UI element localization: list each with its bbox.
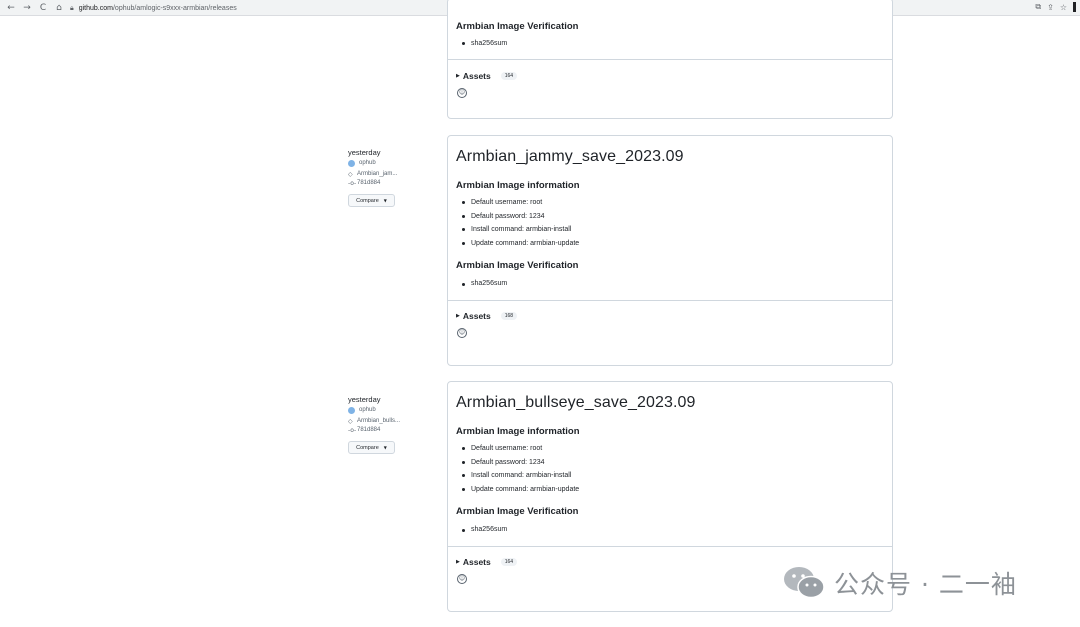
assets-label: Assets	[462, 556, 491, 567]
release-date: yesterday	[348, 395, 381, 404]
verification-heading: Armbian Image Verification	[456, 506, 579, 518]
assets-label: Assets	[462, 310, 491, 321]
browser-actions: ⧉ ⇪ ☆	[1029, 2, 1076, 12]
list-item: Install command: armbian-install	[456, 469, 884, 483]
release-meta-1: yesterday ophub ◇ Armbian_jam... -o- 781d8…	[348, 147, 428, 207]
assets-label: Assets	[462, 70, 491, 81]
list-item: sha256sum	[456, 277, 884, 291]
release-author[interactable]: ophub	[348, 158, 428, 169]
release-author[interactable]: ophub	[348, 405, 428, 416]
verification-heading: Armbian Image Verification	[456, 21, 579, 32]
compare-button[interactable]: Compare ▼	[348, 194, 395, 207]
home-button[interactable]: ⌂	[53, 2, 65, 14]
caret-down-icon: ▼	[383, 445, 387, 450]
avatar	[348, 407, 355, 414]
verification-list: sha256sum	[456, 277, 884, 291]
release-card-1: Armbian_jammy_save_2023.09 Armbian Image…	[447, 135, 893, 366]
reload-button[interactable]: C	[37, 2, 49, 14]
release-title[interactable]: Armbian_jammy_save_2023.09	[456, 148, 884, 166]
release-title[interactable]: Armbian_bullseye_save_2023.09	[456, 394, 884, 412]
smiley-icon[interactable]: ☺	[457, 573, 467, 584]
assets-toggle[interactable]: ▶ Assets 164	[448, 68, 892, 84]
info-list: Default username: root Default password:…	[456, 196, 884, 250]
share-icon[interactable]: ⇪	[1047, 3, 1054, 12]
list-item: Default password: 1234	[456, 210, 884, 224]
avatar	[348, 160, 355, 167]
caret-down-icon: ▼	[383, 198, 387, 203]
release-meta-2: yesterday ophub ◇ Armbian_bulls... -o- 781…	[348, 394, 428, 454]
watermark-text: 公众号 · 二一袖	[834, 570, 1017, 599]
info-list: Default username: root Default password:…	[456, 442, 884, 496]
list-item: sha256sum	[456, 37, 884, 51]
smiley-icon[interactable]: ☺	[457, 87, 467, 98]
commit-icon: -o-	[348, 180, 357, 187]
list-item: Install command: armbian-install	[456, 223, 884, 237]
forward-button[interactable]: →	[21, 2, 33, 14]
release-date: yesterday	[348, 148, 381, 157]
install-app-icon[interactable]: ⧉	[1035, 2, 1041, 12]
release-card-0: Armbian Image Verification sha256sum ▶ A…	[447, 0, 893, 119]
window-edge	[1073, 2, 1076, 12]
watermark: 公众号 · 二一袖	[782, 565, 1017, 601]
assets-toggle[interactable]: ▶ Assets 168	[448, 308, 892, 324]
list-item: Update command: armbian-update	[456, 483, 884, 497]
commit-icon: -o-	[348, 427, 357, 434]
info-heading: Armbian Image information	[456, 180, 580, 191]
list-item: Update command: armbian-update	[456, 237, 884, 251]
wechat-logo-icon	[784, 567, 825, 599]
assets-count-badge: 168	[500, 311, 518, 320]
compare-button[interactable]: Compare ▼	[348, 441, 395, 454]
disclosure-triangle-icon: ▶	[456, 312, 460, 319]
url-host: github.com	[78, 4, 113, 12]
verification-heading: Armbian Image Verification	[456, 260, 579, 272]
list-item: Default password: 1234	[456, 456, 884, 470]
url-path: /ophub/amlogic-s9xxx-armbian/releases	[112, 4, 237, 12]
assets-count-badge: 164	[500, 71, 518, 80]
bookmark-star-icon[interactable]: ☆	[1060, 3, 1067, 12]
verification-list: sha256sum	[456, 523, 884, 537]
verification-list: sha256sum	[456, 37, 884, 51]
list-item: Default username: root	[456, 196, 884, 210]
list-item: sha256sum	[456, 523, 884, 537]
disclosure-triangle-icon: ▶	[456, 72, 460, 79]
smiley-icon[interactable]: ☺	[457, 327, 467, 338]
list-item: Default username: root	[456, 442, 884, 456]
disclosure-triangle-icon: ▶	[456, 558, 460, 565]
lock-icon: 🔒︎	[70, 3, 74, 12]
back-button[interactable]: ←	[5, 2, 17, 14]
assets-count-badge: 164	[500, 557, 518, 566]
info-heading: Armbian Image information	[456, 426, 580, 437]
